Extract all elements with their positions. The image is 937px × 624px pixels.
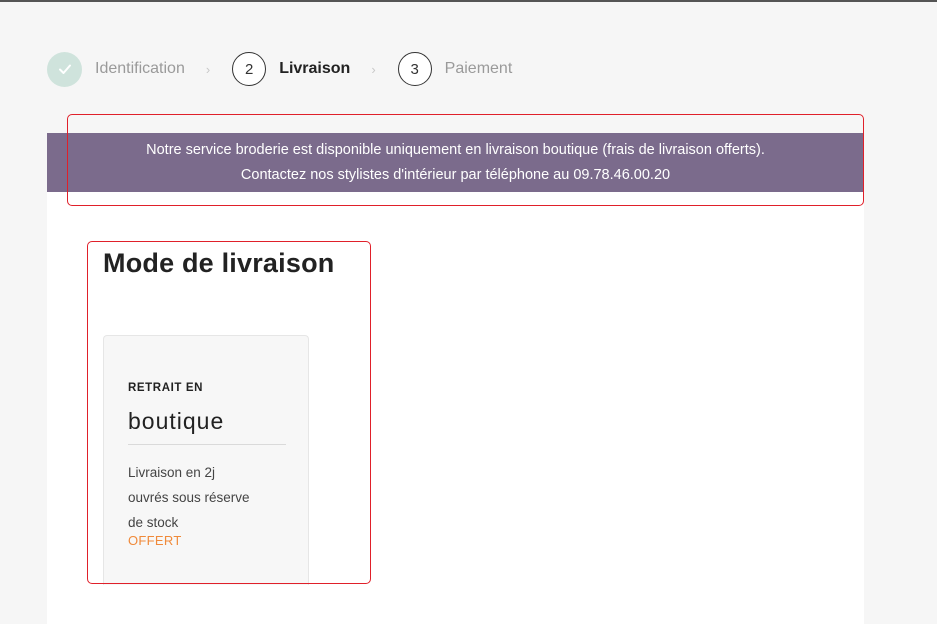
step-label-identification: Identification (95, 60, 185, 77)
checkout-stepper: Identification › 2 Livraison › 3 Paiemen… (47, 51, 512, 87)
option-description: Livraison en 2j ouvrés sous réserve de s… (128, 465, 250, 530)
check-icon (58, 64, 71, 74)
option-eyebrow: RETRAIT EN (128, 382, 203, 394)
option-price: OFFERT (128, 533, 182, 548)
delivery-option-boutique[interactable]: RETRAIT EN boutique Livraison en 2j ouvr… (103, 335, 309, 585)
step-number-3: 3 (397, 52, 432, 86)
option-divider (128, 444, 286, 445)
embroidery-info-banner: Notre service broderie est disponible un… (47, 133, 864, 192)
chevron-right-icon: › (205, 61, 211, 77)
chevron-right-icon: › (371, 61, 376, 77)
step-identification[interactable]: Identification (47, 51, 185, 87)
banner-line-1: Notre service broderie est disponible un… (146, 142, 765, 158)
step-paiement: 3 Paiement (397, 52, 513, 86)
banner-line-2: Contactez nos stylistes d'intérieur par … (240, 167, 671, 183)
step-livraison: 2 Livraison (232, 52, 350, 86)
top-border-line (0, 0, 937, 2)
option-name: boutique (128, 408, 225, 434)
step-label-livraison: Livraison (279, 60, 351, 77)
delivery-mode-title: Mode de livraison (103, 248, 335, 278)
step-number-2: 2 (232, 52, 267, 86)
step-label-paiement: Paiement (444, 60, 513, 77)
step-done-badge (47, 51, 82, 87)
